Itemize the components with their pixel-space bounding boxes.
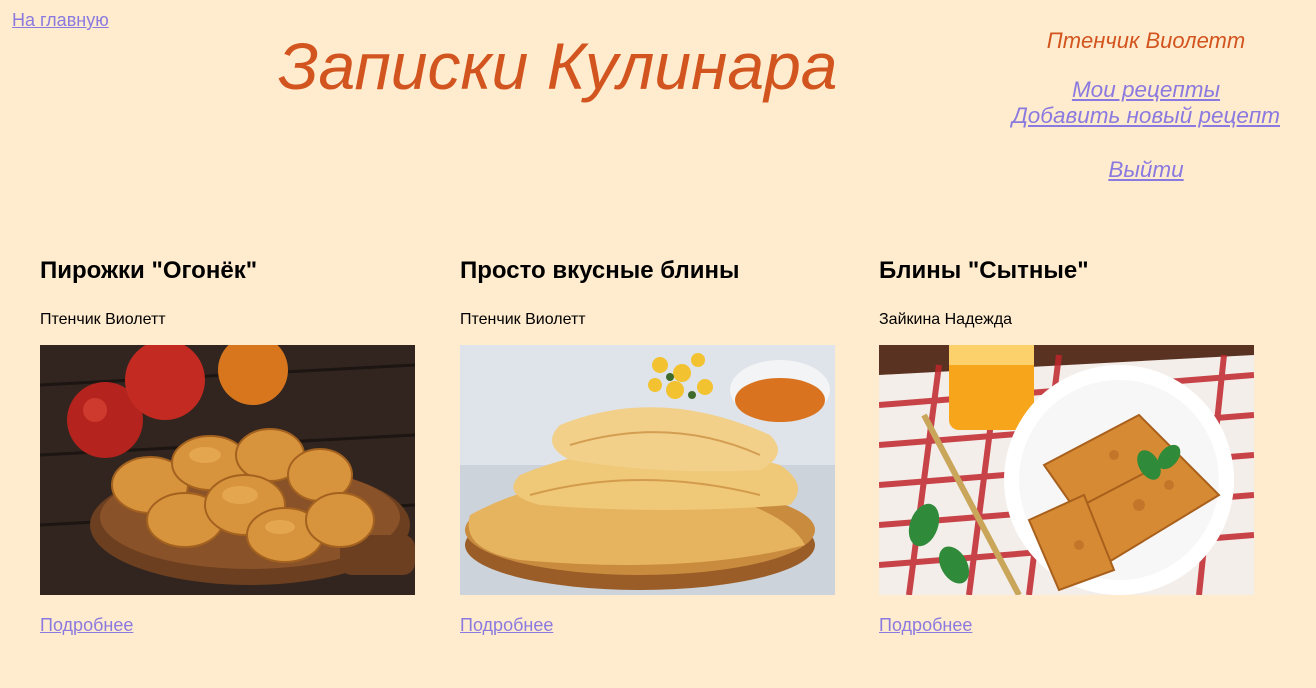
recipe-card: Просто вкусные блины Птенчик Виолетт Под… xyxy=(460,257,835,635)
recipe-card: Пирожки "Огонёк" Птенчик Виолетт Подробн… xyxy=(40,257,415,635)
recipe-details-link[interactable]: Подробнее xyxy=(879,615,972,635)
recipe-author: Зайкина Надежда xyxy=(879,311,1013,328)
add-recipe-link[interactable]: Добавить новый рецепт xyxy=(990,103,1302,129)
recipe-details-link[interactable]: Подробнее xyxy=(460,615,553,635)
recipe-card: Блины "Сытные" Зайкина Надежда Подробнее xyxy=(879,257,1254,635)
user-name: Птенчик Виолетт xyxy=(1046,28,1246,53)
recipe-author: Птенчик Виолетт xyxy=(460,311,586,328)
pancakes-with-jam-photo xyxy=(460,345,835,595)
user-panel: Птенчик Виолетт Мои рецепты Добавить нов… xyxy=(990,28,1302,183)
pies-with-apples-photo xyxy=(40,345,415,595)
home-link[interactable]: На главную xyxy=(12,10,109,31)
recipe-author: Птенчик Виолетт xyxy=(40,311,166,328)
stuffed-pancakes-with-juice-photo xyxy=(879,345,1254,595)
my-recipes-link[interactable]: Мои рецепты xyxy=(990,77,1302,103)
recipe-title: Просто вкусные блины xyxy=(460,257,740,284)
site-title: Записки Кулинара xyxy=(278,29,838,103)
logout-link[interactable]: Выйти xyxy=(990,157,1302,183)
recipe-title: Блины "Сытные" xyxy=(879,257,1089,284)
recipe-details-link[interactable]: Подробнее xyxy=(40,615,133,635)
recipe-title: Пирожки "Огонёк" xyxy=(40,257,258,284)
